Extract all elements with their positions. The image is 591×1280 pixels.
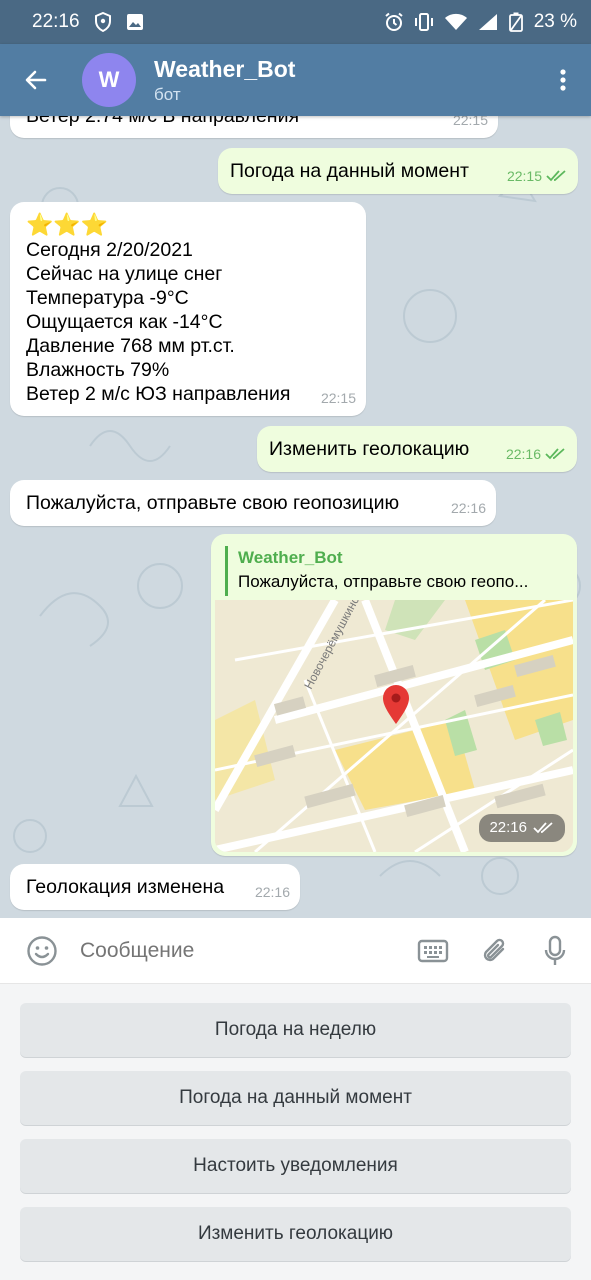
chat-header: W Weather_Bot бот: [0, 44, 591, 116]
attach-button[interactable]: [473, 929, 517, 973]
message-time: 22:16: [489, 819, 527, 836]
microphone-icon: [544, 935, 566, 965]
incoming-message[interactable]: Пожалуйста, отправьте свою геопозицию 22…: [10, 480, 496, 526]
message-time: 22:15: [320, 390, 356, 406]
message-time: 22:16: [450, 500, 486, 516]
message-text: Геолокация изменена: [26, 876, 225, 898]
chat-subtitle: бот: [154, 84, 181, 104]
emoji-icon: [27, 935, 57, 966]
message-meta: 22:16: [506, 442, 567, 466]
chat-area[interactable]: Ветер 2.74 м/с В направления 22:15 Погод…: [0, 116, 591, 918]
map-time-badge: 22:16: [479, 814, 565, 842]
double-check-icon: [545, 448, 565, 460]
weather-line: Ветер 2 м/с ЮЗ направления: [26, 383, 291, 405]
message-time: 22:16: [254, 884, 290, 900]
image-icon: [126, 13, 144, 31]
chat-title: Weather_Bot: [154, 55, 296, 82]
outgoing-message[interactable]: Погода на данный момент 22:15: [218, 148, 578, 194]
weather-line: Давление 768 мм рт.ст.: [26, 335, 235, 357]
message-text: Погода на данный момент: [230, 160, 469, 182]
keyboard-button-week[interactable]: Погода на неделю: [20, 1003, 571, 1057]
battery-saver-icon: [508, 12, 524, 32]
message-text: Пожалуйста, отправьте свою геопозицию: [26, 492, 400, 514]
vibrate-icon: [414, 12, 434, 32]
reply-text: Пожалуйста, отправьте свою геопо...: [238, 572, 529, 591]
message-time: 22:16: [505, 446, 541, 462]
message-input[interactable]: [80, 938, 411, 963]
weather-line: Влажность 79%: [26, 359, 170, 381]
status-time: 22:16: [32, 11, 80, 32]
chat-title-block[interactable]: Weather_Bot бот: [154, 56, 295, 105]
incoming-message[interactable]: Ветер 2.74 м/с В направления 22:15: [10, 116, 498, 138]
message-time: 22:15: [452, 116, 488, 128]
keyboard-button-now[interactable]: Погода на данный момент: [20, 1071, 571, 1125]
bot-keyboard-button[interactable]: [411, 929, 455, 973]
keyboard-icon: [417, 939, 449, 962]
keyboard-button-notifications[interactable]: Настоить уведомления: [20, 1139, 571, 1193]
keyboard-button-change-location[interactable]: Изменить геолокацию: [20, 1207, 571, 1261]
message-time: 22:15: [506, 168, 542, 184]
weather-line: Температура -9°C: [26, 287, 189, 309]
weather-line: Сегодня 2/20/2021: [26, 239, 193, 261]
avatar[interactable]: W: [82, 53, 136, 107]
stars-emoji: ⭐⭐⭐: [26, 212, 109, 237]
back-arrow-icon: [25, 70, 47, 90]
back-button[interactable]: [0, 44, 72, 116]
wifi-icon: [444, 13, 468, 31]
message-meta: 22:15: [507, 164, 568, 188]
battery-percent: 23 %: [533, 11, 577, 32]
double-check-icon: [546, 170, 566, 182]
weather-line: Сейчас на улице снег: [26, 263, 223, 285]
outgoing-message[interactable]: Изменить геолокацию 22:16: [257, 426, 577, 472]
paperclip-icon: [483, 938, 505, 961]
message-input-bar: [0, 918, 591, 984]
incoming-message[interactable]: Геолокация изменена 22:16: [10, 864, 300, 910]
double-check-icon: [533, 822, 553, 834]
message-text: Ветер 2.74 м/с В направления: [26, 116, 300, 127]
map-preview[interactable]: Новочерёмушкинская 22:16: [215, 600, 573, 852]
more-vert-icon: [560, 69, 566, 91]
status-bar: 22:16 23 %: [0, 0, 591, 44]
message-text: Изменить геолокацию: [269, 438, 470, 460]
emoji-button[interactable]: [20, 929, 64, 973]
reply-quote[interactable]: Weather_Bot Пожалуйста, отправьте свою г…: [225, 546, 563, 596]
outgoing-location-message[interactable]: Weather_Bot Пожалуйста, отправьте свою г…: [211, 534, 577, 856]
more-menu-button[interactable]: [535, 44, 591, 116]
bot-reply-keyboard: Погода на неделю Погода на данный момент…: [0, 984, 591, 1280]
weather-line: Ощущается как -14°C: [26, 311, 223, 333]
reply-author: Weather_Bot: [238, 548, 343, 567]
voice-button[interactable]: [533, 929, 577, 973]
signal-icon: [478, 13, 498, 31]
shield-icon: [94, 12, 112, 32]
alarm-icon: [384, 12, 404, 32]
incoming-message[interactable]: ⭐⭐⭐ Сегодня 2/20/2021 Сейчас на улице сн…: [10, 202, 366, 416]
